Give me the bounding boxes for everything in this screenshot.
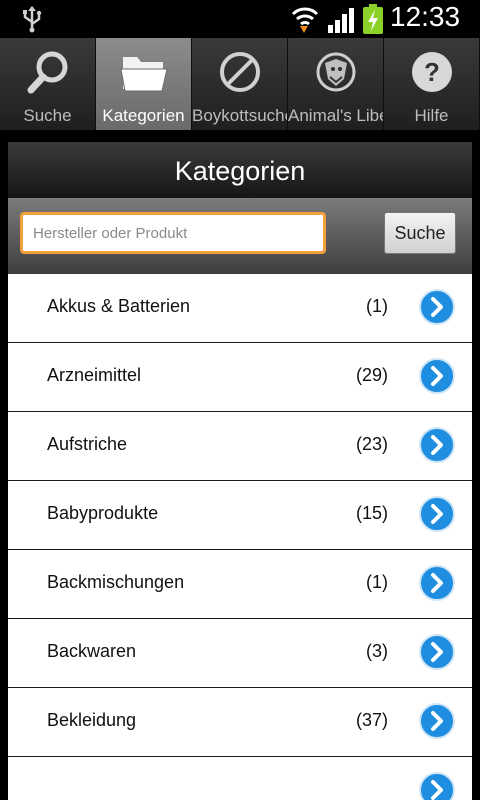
- help-icon: ?: [406, 46, 458, 98]
- list-item[interactable]: Aufstriche (23): [8, 412, 472, 481]
- wifi-icon: [291, 7, 319, 33]
- chevron-right-icon[interactable]: [418, 702, 456, 740]
- animal-logo-icon: [310, 46, 362, 98]
- chevron-right-icon[interactable]: [418, 288, 456, 326]
- tab-label: Suche: [23, 106, 72, 125]
- tab-suche[interactable]: Suche: [0, 38, 96, 130]
- signal-icon: [328, 8, 354, 33]
- category-name: Bekleidung: [47, 710, 137, 730]
- list-item[interactable]: [8, 757, 472, 800]
- category-name: Backwaren: [47, 641, 137, 661]
- folder-icon: [118, 46, 170, 98]
- category-name: Akkus & Batterien: [47, 296, 191, 316]
- category-count: (1): [366, 572, 388, 592]
- category-count: (29): [355, 365, 388, 385]
- clock: 12:33: [390, 1, 461, 32]
- tab-bar: Suche Kategorien Boykottsuche Animal's L…: [0, 38, 480, 130]
- list-item[interactable]: Babyprodukte (15): [8, 481, 472, 550]
- search-icon: [22, 46, 74, 98]
- search-input[interactable]: [20, 212, 326, 254]
- chevron-right-icon[interactable]: [418, 495, 456, 533]
- tab-boykottsuche[interactable]: Boykottsuche: [192, 38, 288, 130]
- category-count: (37): [355, 710, 388, 730]
- tab-kategorien[interactable]: Kategorien: [96, 38, 192, 130]
- category-list: Akkus & Batterien (1) Arzneimittel (29) …: [8, 274, 472, 800]
- prohibited-icon: [214, 46, 266, 98]
- list-item[interactable]: Bekleidung (37): [8, 688, 472, 757]
- list-item[interactable]: Backmischungen (1): [8, 550, 472, 619]
- category-name: Backmischungen: [47, 572, 185, 592]
- tab-label: Kategorien: [102, 106, 185, 125]
- page-title: Kategorien: [8, 142, 472, 198]
- usb-icon: [23, 6, 42, 33]
- list-item[interactable]: Akkus & Batterien (1): [8, 274, 472, 343]
- chevron-right-icon[interactable]: [418, 564, 456, 602]
- battery-charging-icon: [363, 4, 383, 34]
- chevron-right-icon[interactable]: [418, 633, 456, 671]
- category-count: (1): [366, 296, 388, 316]
- tab-label: Hilfe: [414, 106, 449, 125]
- category-count: (23): [355, 434, 388, 454]
- chevron-right-icon[interactable]: [418, 426, 456, 464]
- list-item[interactable]: Backwaren (3): [8, 619, 472, 688]
- category-count: (3): [366, 641, 388, 661]
- tab-animals-liberation[interactable]: Animal's Liberation: [288, 38, 384, 130]
- category-count: (15): [355, 503, 388, 523]
- chevron-right-icon[interactable]: [418, 357, 456, 395]
- search-bar: Suche: [8, 198, 472, 274]
- tab-hilfe[interactable]: ? Hilfe: [384, 38, 480, 130]
- svg-text:?: ?: [424, 57, 440, 87]
- category-name: Arzneimittel: [47, 365, 142, 385]
- category-name: Aufstriche: [47, 434, 128, 454]
- tab-label: Animal's Liberation: [288, 106, 383, 125]
- tab-label: Boykottsuche: [192, 106, 287, 125]
- categories-panel: Kategorien Suche Akkus & Batterien (1) A…: [8, 142, 472, 800]
- chevron-right-icon[interactable]: [418, 771, 456, 800]
- list-item[interactable]: Arzneimittel (29): [8, 343, 472, 412]
- category-name: Babyprodukte: [47, 503, 159, 523]
- search-button[interactable]: Suche: [384, 212, 456, 254]
- status-bar: 12:33: [0, 0, 480, 38]
